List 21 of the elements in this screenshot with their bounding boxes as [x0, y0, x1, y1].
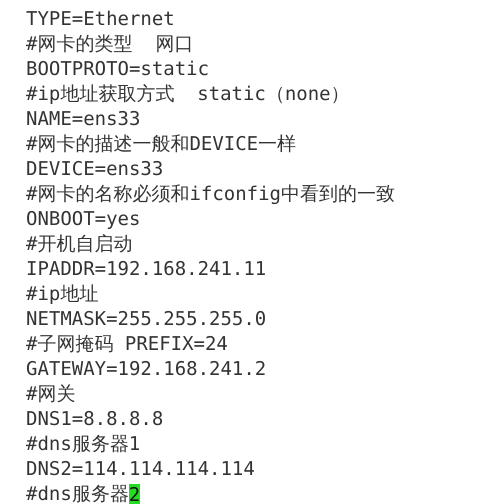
code-line: DNS1=8.8.8.8	[26, 407, 164, 432]
code-line: NAME=ens33	[26, 107, 140, 132]
code-line: #dns服务器1	[26, 432, 140, 457]
code-line: GATEWAY=192.168.241.2	[26, 357, 266, 382]
code-line: ONBOOT=yes	[26, 207, 140, 232]
code-line: #ip地址	[26, 282, 98, 307]
code-line: #网卡的名称必须和ifconfig中看到的一致	[26, 182, 395, 207]
code-line: #ip地址获取方式 static（none）	[26, 82, 350, 107]
code-line: #网卡的描述一般和DEVICE一样	[26, 132, 296, 157]
code-line: #网关	[26, 382, 76, 407]
code-line: #子网掩码 PREFIX=24	[26, 332, 228, 357]
code-line: BOOTPROTO=static	[26, 57, 210, 82]
text-cursor: 2	[128, 484, 140, 504]
code-line: DNS2=114.114.114.114	[26, 457, 255, 482]
code-line: #dns服务器	[26, 482, 129, 504]
code-line: DEVICE=ens33	[26, 157, 164, 182]
code-line: IPADDR=192.168.241.11	[26, 257, 266, 282]
code-line: NETMASK=255.255.255.0	[26, 307, 266, 332]
code-line: TYPE=Ethernet	[26, 7, 175, 32]
code-line: #网卡的类型 网口	[26, 32, 194, 57]
code-line: #开机自启动	[26, 232, 132, 257]
